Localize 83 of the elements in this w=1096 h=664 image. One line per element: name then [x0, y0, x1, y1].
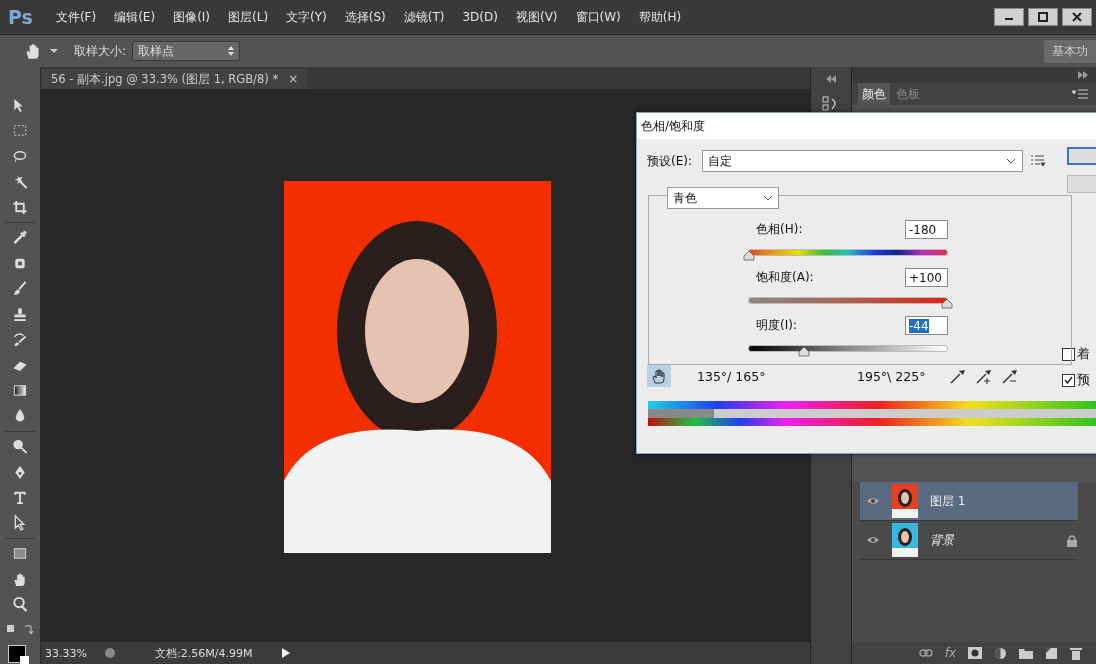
preset-label: 预设(E):	[647, 152, 693, 170]
checkbox-label: 预	[1077, 371, 1090, 389]
channel-select[interactable]: 青色	[667, 187, 779, 209]
slider-label: 明度(I):	[756, 317, 797, 334]
minimize-button[interactable]	[994, 8, 1024, 26]
close-tab-button[interactable]: ×	[288, 72, 299, 86]
menu-item[interactable]: 选择(S)	[335, 8, 395, 26]
slider-thumb[interactable]	[743, 251, 755, 261]
sample-size-select[interactable]: 取样点	[132, 41, 241, 61]
dodge-icon[interactable]	[11, 438, 29, 456]
eye-icon[interactable]	[866, 535, 880, 545]
slider-label: 色相(H):	[756, 221, 803, 238]
checkbox[interactable]	[1062, 373, 1075, 387]
eyedropper-icon[interactable]	[11, 229, 29, 247]
menu-item[interactable]: 编辑(E)	[105, 8, 165, 26]
link-icon[interactable]	[918, 648, 933, 658]
lock-icon[interactable]	[1066, 533, 1078, 547]
value-field[interactable]: -180	[905, 220, 948, 239]
app-logo: Ps	[8, 6, 33, 28]
up-down-arrows-icon	[228, 46, 235, 56]
checkbox-label: 着	[1077, 345, 1090, 363]
history-brush-icon[interactable]	[11, 331, 29, 348]
new-layer-icon[interactable]	[1045, 646, 1058, 660]
value-field[interactable]: -44	[905, 316, 948, 335]
document-title: 56 - 副本.jpg @ 33.3% (图层 1, RGB/8) *	[51, 71, 279, 87]
close-button[interactable]	[1062, 8, 1092, 26]
close-icon	[1072, 12, 1082, 22]
value-field[interactable]: +100	[905, 268, 948, 287]
slider-thumb[interactable]	[941, 299, 953, 309]
maximize-button[interactable]	[1028, 8, 1058, 26]
stamp-icon[interactable]	[11, 305, 29, 323]
expand-icon[interactable]	[1076, 71, 1090, 79]
maximize-icon	[1038, 12, 1048, 22]
document-size: 文档:2.56M/4.99M	[155, 645, 254, 661]
menu-item[interactable]: 窗口(W)	[566, 8, 630, 26]
collapse-icon[interactable]	[824, 75, 838, 83]
layer-name: 图层 1	[930, 492, 966, 510]
trash-icon[interactable]	[1070, 646, 1082, 660]
zoom-level: 33.33%	[45, 646, 88, 660]
sample-size-label: 取样大小:	[74, 42, 127, 60]
layer-row[interactable]: 背景	[860, 521, 1078, 560]
menu-item[interactable]: 图像(I)	[164, 8, 220, 26]
range-left-text: 135°/ 165°	[697, 368, 767, 384]
mask-icon[interactable]	[968, 647, 982, 659]
range-right-text: 195°\ 225°	[857, 368, 927, 384]
preset-select[interactable]: 自定	[702, 150, 1024, 172]
checkbox[interactable]	[1062, 347, 1075, 361]
layer-style-button[interactable]: fx	[944, 646, 956, 660]
zoom-icon[interactable]	[11, 596, 29, 613]
hand-adjust-icon[interactable]	[647, 365, 671, 387]
slider-label: 饱和度(A):	[756, 269, 814, 286]
caret-icon	[1006, 158, 1017, 164]
layer-row[interactable]: 图层 1	[860, 482, 1078, 521]
panel-menu-icon[interactable]	[1072, 89, 1088, 99]
workspace-button[interactable]: 基本功	[1044, 39, 1096, 63]
menu-item[interactable]: 滤镜(T)	[394, 8, 454, 26]
play-icon[interactable]	[281, 647, 291, 659]
folder-icon[interactable]	[1019, 647, 1033, 659]
eyedropper-icon[interactable]	[949, 367, 967, 385]
dialog-title: 色相/饱和度	[641, 117, 706, 135]
menu-item[interactable]: 图层(L)	[219, 8, 278, 26]
eyedropper-minus-icon[interactable]	[1001, 367, 1019, 385]
status-icon[interactable]	[103, 646, 117, 660]
crop-icon[interactable]	[11, 198, 29, 216]
preset-options-icon[interactable]	[1031, 155, 1045, 167]
layer-name: 背景	[930, 531, 954, 549]
adjustment-icon[interactable]	[994, 646, 1007, 660]
dialog-button[interactable]	[1067, 147, 1096, 165]
menu-item[interactable]: 帮助(H)	[629, 8, 691, 26]
menu-item[interactable]: 3D(D)	[453, 10, 507, 24]
eyedropper-plus-icon[interactable]	[975, 367, 993, 385]
panel-tab[interactable]: 颜色	[858, 82, 890, 106]
document-tab[interactable]: 56 - 副本.jpg @ 33.3% (图层 1, RGB/8) * ×	[41, 69, 307, 89]
menu-item[interactable]: 视图(V)	[506, 8, 567, 26]
slider-thumb[interactable]	[798, 347, 811, 357]
swap-colors-icon[interactable]	[5, 623, 35, 637]
caret-icon[interactable]	[50, 48, 58, 54]
brush-icon[interactable]	[11, 280, 29, 298]
eye-icon[interactable]	[866, 496, 880, 506]
color-swatches[interactable]	[8, 645, 32, 664]
caret-icon	[763, 195, 773, 201]
menu-item[interactable]: 文件(F)	[46, 8, 106, 26]
menu-item[interactable]: 文字(Y)	[277, 8, 336, 26]
